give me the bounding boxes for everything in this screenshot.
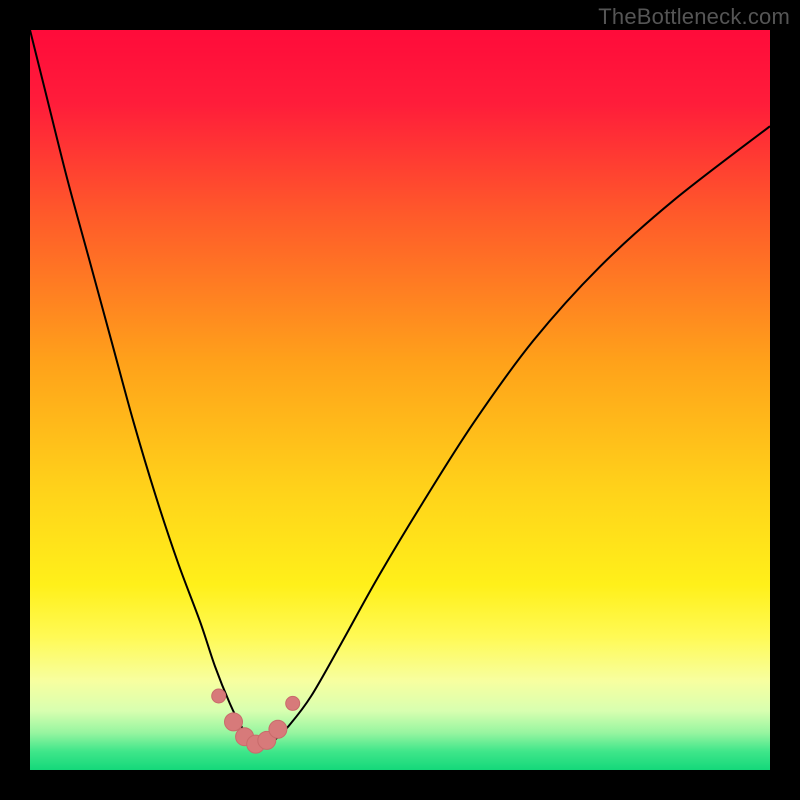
plot-area	[30, 30, 770, 770]
bottleneck-curve	[30, 30, 770, 748]
highlight-marker	[225, 713, 243, 731]
watermark-text: TheBottleneck.com	[598, 4, 790, 30]
bottleneck-curve-svg	[30, 30, 770, 770]
highlight-marker	[212, 689, 226, 703]
highlight-marker	[269, 720, 287, 738]
highlight-marker	[286, 696, 300, 710]
chart-frame: TheBottleneck.com	[0, 0, 800, 800]
highlight-markers	[212, 689, 300, 753]
